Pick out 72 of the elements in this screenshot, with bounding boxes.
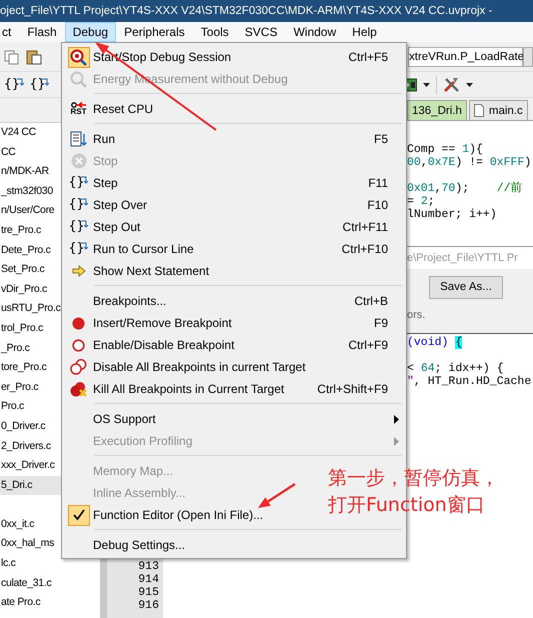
run-icon — [70, 130, 87, 148]
menu-item[interactable]: Kill All Breakpoints in Current Target — [93, 382, 284, 396]
menu-item[interactable]: Debug — [64, 22, 116, 42]
menu-item[interactable]: SVCS — [236, 22, 286, 42]
shortcut-label: Ctrl+Shift+F9 — [317, 382, 388, 396]
code-line: = 2; — [407, 195, 436, 208]
code-line: 00,0x7E) != 0xFFF) — [407, 156, 532, 169]
breakpoint-icon — [72, 316, 85, 330]
menu-item[interactable]: Insert/Remove Breakpoint — [93, 316, 232, 330]
code-line: Comp == 1){ — [407, 143, 484, 156]
menu-item[interactable]: Enable/Disable Breakpoint — [93, 338, 234, 352]
shortcut-label: F10 — [367, 198, 388, 212]
shortcut-label: F5 — [374, 132, 388, 146]
shortcut-label: Ctrl+F5 — [348, 50, 388, 64]
breakpoint-ring-icon — [72, 338, 85, 352]
code-line: lNumber; i++) — [407, 208, 498, 221]
shortcut-label: Ctrl+F10 — [342, 242, 388, 256]
menu-item[interactable]: Window — [285, 22, 344, 42]
file-item[interactable]: culate_31.c — [0, 574, 100, 594]
dialog-message: ors. — [407, 308, 426, 321]
file-icon — [474, 104, 484, 117]
menu-item[interactable]: Step Out — [93, 220, 140, 234]
save-as-button[interactable]: Save As... — [429, 276, 503, 298]
arrow — [258, 483, 296, 508]
breakpoints-icon — [70, 359, 87, 375]
menu-item[interactable]: Tools — [192, 22, 237, 42]
caret-icon[interactable] — [466, 82, 473, 86]
shortcut-label: F9 — [374, 316, 388, 330]
checkmark-icon — [72, 508, 86, 522]
menu-item[interactable]: Help — [344, 22, 385, 42]
menu-item[interactable]: Function Editor (Open Ini File)... — [93, 508, 264, 522]
menu-item[interactable]: Step — [93, 176, 118, 190]
shortcut-label: Ctrl+B — [354, 294, 388, 308]
target-field[interactable]: xtreVRun.P_LoadRate — [408, 46, 523, 66]
file-tab[interactable]: main.c — [468, 100, 528, 120]
magnifier-icon — [70, 48, 87, 66]
menu-item[interactable]: Run — [93, 132, 116, 146]
menu-item[interactable]: Run to Cursor Line — [93, 242, 194, 256]
tools-icon[interactable] — [443, 76, 460, 93]
kill-breakpoints-icon — [70, 381, 88, 397]
menu-item[interactable]: Flash — [19, 22, 65, 42]
annotation-text: 第一步，暂停仿真， 打开Function窗口 — [328, 466, 499, 518]
shortcut-label: Ctrl+F9 — [348, 338, 388, 352]
menu-item[interactable]: Debug Settings... — [93, 538, 186, 552]
menu-item[interactable]: Reset CPU — [93, 102, 154, 116]
menu-item[interactable]: Step Over — [93, 198, 148, 212]
paste-icon[interactable] — [26, 48, 42, 64]
magnifier-icon — [70, 70, 87, 88]
window-title: oject_File\YTTL Project\YT4S-XXX V24\STM32F030CC\MDK-ARM\YT4S-XXX V24 CC.uvprojx - — [0, 5, 492, 17]
line-number: 913 — [138, 560, 159, 573]
line-number: 916 — [138, 599, 159, 612]
code-line: (void) { — [407, 336, 464, 349]
menu-item[interactable]: Show Next Statement — [93, 264, 210, 278]
shortcut-label: F11 — [368, 176, 388, 190]
menu-item[interactable]: Peripherals — [116, 22, 193, 42]
copy-icon[interactable] — [4, 48, 20, 64]
file-tab[interactable]: 136_Dri.h — [407, 100, 467, 120]
menu-item[interactable]: Disable All Breakpoints in current Target — [93, 360, 306, 374]
menu-item[interactable]: Breakpoints... — [93, 294, 166, 308]
line-number: 915 — [138, 586, 159, 599]
menu-item[interactable]: OS Support — [93, 412, 156, 426]
stop-icon — [70, 153, 86, 169]
menu-item[interactable]: ct — [0, 22, 20, 42]
code-line: 0x01,70); //前 — [407, 182, 524, 195]
arrow-icon — [72, 265, 86, 277]
code-line: ", HT_Run.HD_Cache — [407, 375, 532, 388]
file-item[interactable]: lc.c — [0, 554, 100, 574]
line-number: 914 — [138, 573, 159, 586]
file-item[interactable]: ate Pro.c — [0, 593, 100, 613]
shortcut-label: Ctrl+F11 — [342, 220, 388, 234]
caret-icon[interactable] — [423, 82, 430, 86]
code-line: < 64; idx++) { — [407, 362, 505, 375]
